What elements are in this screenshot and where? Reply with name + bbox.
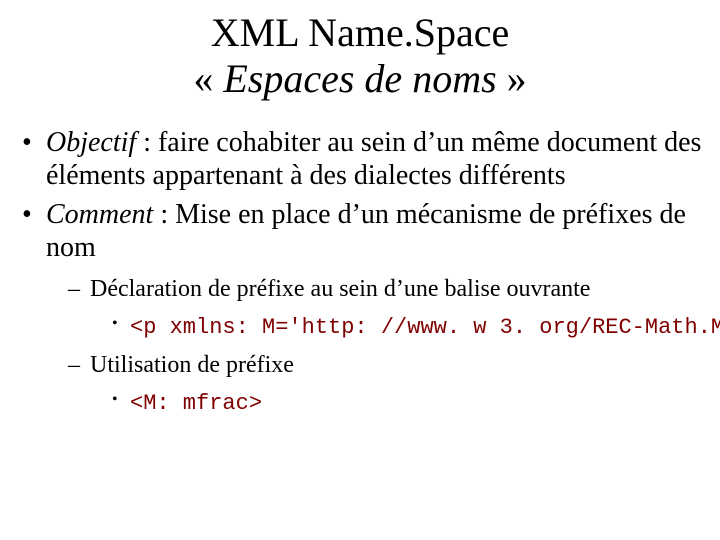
bullet-objectif: Objectif : faire cohabiter au sein d’un … [22,126,702,192]
title-line2: « Espaces de noms » [12,56,708,102]
sub-declaration: Déclaration de préfixe au sein d’une bal… [68,274,702,342]
slide: XML Name.Space « Espaces de noms » Objec… [0,0,720,540]
sub-utilisation: Utilisation de préfixe <M: mfrac> [68,350,702,418]
title-quote-close: » [497,56,527,101]
bullet-lead: Objectif [46,127,136,158]
code-item: <M: mfrac> [112,388,702,418]
slide-title: XML Name.Space « Espaces de noms » [12,10,708,102]
title-line1: XML Name.Space [211,10,509,55]
bullet-comment: Comment : Mise en place d’un mécanisme d… [22,198,702,417]
bullet-list: Objectif : faire cohabiter au sein d’un … [12,126,708,417]
code-item: <p xmlns: M='http: //www. w 3. org/REC-M… [112,312,702,342]
code-snippet: <M: mfrac> [130,391,262,416]
code-list: <p xmlns: M='http: //www. w 3. org/REC-M… [90,312,702,342]
sub-text: Déclaration de préfixe au sein d’une bal… [90,276,590,302]
code-list: <M: mfrac> [90,388,702,418]
bullet-lead: Comment [46,199,153,230]
title-quote-open: « [193,56,223,101]
bullet-text: : faire cohabiter au sein d’un même docu… [46,127,701,191]
sub-text: Utilisation de préfixe [90,352,294,378]
code-snippet: <p xmlns: M='http: //www. w 3. org/REC-M… [130,315,720,340]
sub-list: Déclaration de préfixe au sein d’une bal… [46,274,702,417]
title-italic: Espaces de noms [223,56,496,101]
